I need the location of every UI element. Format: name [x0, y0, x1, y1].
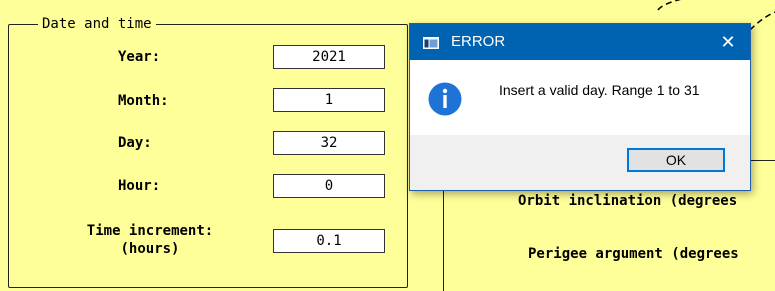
year-label: Year: — [118, 49, 161, 65]
group-title: Date and time — [38, 16, 156, 32]
hour-label: Hour: — [118, 178, 161, 194]
year-input[interactable] — [273, 45, 385, 69]
orbit-inclination-label: Orbit inclination (degrees — [518, 193, 738, 209]
dialog-title: ERROR — [451, 33, 506, 50]
month-label: Month: — [118, 93, 169, 109]
error-dialog: ERROR ✕ Insert a valid day. Range 1 to 3… — [409, 23, 751, 191]
perigee-argument-label: Perigee argument (degrees — [528, 246, 739, 262]
hour-input[interactable] — [273, 174, 385, 198]
month-input[interactable] — [273, 88, 385, 112]
info-icon — [428, 82, 462, 116]
time-increment-input[interactable] — [273, 229, 385, 253]
close-icon[interactable]: ✕ — [706, 24, 750, 60]
dialog-titlebar[interactable]: ERROR ✕ — [410, 24, 750, 60]
day-input[interactable] — [273, 131, 385, 155]
ok-button[interactable]: OK — [627, 148, 725, 172]
window-app-icon — [423, 37, 439, 49]
day-label: Day: — [118, 135, 152, 151]
error-message: Insert a valid day. Range 1 to 31 — [499, 82, 700, 98]
time-increment-label: Time increment: (hours) — [86, 223, 214, 257]
